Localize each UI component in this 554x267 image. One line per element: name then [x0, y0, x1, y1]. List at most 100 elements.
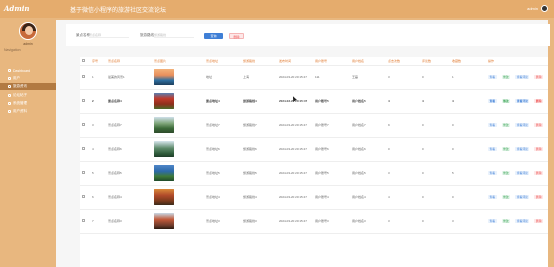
cell-comments: 4: [420, 89, 450, 114]
sidebar-item-profile[interactable]: 用户资料: [0, 108, 56, 115]
cell-index: 6: [90, 185, 106, 210]
view-button[interactable]: 查看: [488, 123, 497, 127]
sidebar-item-users[interactable]: 用户: [0, 75, 56, 82]
col-clicks[interactable]: 点击次数: [386, 57, 420, 66]
row-checkbox[interactable]: [82, 195, 85, 198]
cell-image: [152, 65, 204, 90]
view-button[interactable]: 查看: [488, 195, 497, 199]
edit-button[interactable]: 修改: [501, 219, 511, 223]
row-checkbox[interactable]: [82, 99, 85, 102]
delete-button[interactable]: 删除: [229, 33, 244, 39]
cell-actions: 查看 修改 查看评论 删除: [486, 113, 548, 138]
select-all-checkbox[interactable]: [82, 58, 85, 62]
search-input-route[interactable]: 旅游路线: [154, 32, 194, 38]
scenic-thumbnail[interactable]: [154, 189, 174, 205]
edit-button[interactable]: 修改: [501, 123, 511, 127]
col-image[interactable]: 景点图片: [152, 57, 204, 66]
col-favorites[interactable]: 收藏数: [450, 57, 486, 66]
row-delete-button[interactable]: 删除: [534, 75, 544, 79]
sidebar-item-forum[interactable]: 论坛帖子: [0, 92, 56, 99]
cell-actions: 查看 修改 查看评论 删除: [486, 89, 548, 114]
view-button[interactable]: 查看: [488, 99, 497, 103]
cell-favorites: 1: [450, 65, 486, 90]
cell-favorites: 3: [450, 209, 486, 234]
cell-name: 最美的风景1: [106, 65, 152, 90]
view-comments-button[interactable]: 查看评论: [515, 99, 530, 103]
row-delete-button[interactable]: 删除: [534, 123, 544, 127]
cell-comments: 0: [420, 161, 450, 186]
edit-button[interactable]: 修改: [501, 171, 511, 175]
cell-username: 用户姓名6: [350, 137, 386, 162]
view-comments-button[interactable]: 查看评论: [515, 195, 530, 199]
sidebar-item-dashboard[interactable]: Dashboard: [0, 67, 56, 74]
row-checkbox[interactable]: [82, 171, 85, 174]
cell-time: 2024-03-20 20:15:47: [277, 185, 313, 210]
view-comments-button[interactable]: 查看评论: [515, 147, 530, 151]
col-index[interactable]: 序号: [90, 57, 106, 66]
col-username[interactable]: 用户姓名: [350, 57, 386, 66]
cell-actions: 查看 修改 查看评论 删除: [486, 137, 548, 162]
cell-address: 景点地址4: [204, 89, 241, 114]
col-name[interactable]: 景点名称: [106, 57, 152, 66]
scenic-thumbnail[interactable]: [154, 93, 174, 109]
scenic-thumbnail[interactable]: [154, 141, 174, 157]
edit-button[interactable]: 修改: [501, 99, 511, 103]
scenic-thumbnail[interactable]: [154, 69, 174, 85]
row-checkbox[interactable]: [82, 147, 85, 150]
view-button[interactable]: 查看: [488, 75, 497, 79]
scenic-thumbnail[interactable]: [154, 117, 174, 133]
scenic-thumbnail[interactable]: [154, 213, 174, 229]
cell-username: 用户姓名3: [350, 209, 386, 234]
edit-button[interactable]: 修改: [501, 195, 511, 199]
col-address[interactable]: 景点地址: [204, 57, 241, 66]
cell-favorites: 0: [450, 113, 486, 138]
view-button[interactable]: 查看: [488, 147, 497, 151]
sidebar-item-system[interactable]: 系统管理: [0, 100, 56, 107]
table-row: 3 景点名称7 景点地址7 旅游路线7 2024-03-20 20:15:47 …: [80, 113, 548, 138]
row-delete-button[interactable]: 删除: [534, 219, 544, 223]
search-label-name: 景点名称: [76, 33, 90, 37]
nav-icon: [8, 110, 11, 113]
search-bar: 景点名称 景点名称 旅游路线 旅游路线 查询 删除: [66, 24, 550, 46]
cell-favorites: 0: [450, 137, 486, 162]
row-checkbox[interactable]: [82, 75, 85, 78]
view-button[interactable]: 查看: [488, 219, 497, 223]
cell-clicks: 3: [386, 209, 420, 234]
table-row: 5 景点名称5 景点地址5 旅游路线5 2024-03-20 20:15:47 …: [80, 161, 548, 186]
admin-avatar-icon[interactable]: [541, 5, 548, 12]
scenic-thumbnail[interactable]: [154, 165, 174, 181]
query-button[interactable]: 查询: [204, 33, 223, 39]
table-row: 6 景点名称4 景点地址4 旅游路线4 2024-03-20 20:15:47 …: [80, 185, 548, 210]
cell-comments: 0: [420, 113, 450, 138]
cell-account: 用户账号3: [313, 209, 350, 234]
edit-button[interactable]: 修改: [501, 75, 511, 79]
col-account[interactable]: 用户账号: [313, 57, 350, 66]
row-delete-button[interactable]: 删除: [534, 147, 544, 151]
cell-image: [152, 89, 204, 114]
logo: Admin: [4, 4, 30, 13]
view-comments-button[interactable]: 查看评论: [515, 219, 530, 223]
col-time[interactable]: 发布时间: [277, 57, 313, 66]
row-delete-button[interactable]: 删除: [534, 195, 544, 199]
cell-comments: 0: [420, 65, 450, 90]
sidebar-item-travel-info[interactable]: 旅游资讯: [0, 83, 56, 90]
cell-username: 用户姓名4: [350, 185, 386, 210]
view-comments-button[interactable]: 查看评论: [515, 75, 530, 79]
view-button[interactable]: 查看: [488, 171, 497, 175]
cell-route: 上海: [241, 65, 277, 90]
col-comments[interactable]: 评论数: [420, 57, 450, 66]
edit-button[interactable]: 修改: [501, 147, 511, 151]
view-comments-button[interactable]: 查看评论: [515, 171, 530, 175]
cell-index: 1: [90, 65, 106, 90]
col-route[interactable]: 旅游路线: [241, 57, 277, 66]
row-checkbox[interactable]: [82, 123, 85, 126]
col-actions: 操作: [486, 57, 548, 66]
row-checkbox[interactable]: [82, 219, 85, 222]
row-delete-button[interactable]: 删除: [534, 171, 544, 175]
admin-menu[interactable]: admin: [527, 5, 548, 12]
row-delete-button[interactable]: 删除: [534, 99, 544, 103]
cell-comments: 0: [420, 185, 450, 210]
cell-time: 2024-03-20 20:15:47: [277, 209, 313, 234]
search-input-name[interactable]: 景点名称: [89, 32, 129, 38]
view-comments-button[interactable]: 查看评论: [515, 123, 530, 127]
